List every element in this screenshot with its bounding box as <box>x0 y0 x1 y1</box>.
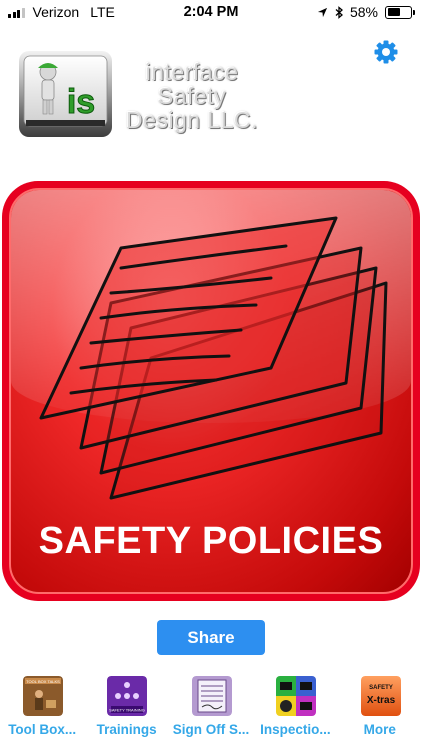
status-bar: Verizon LTE 2:04 PM 58% <box>0 0 422 26</box>
company-logo: is <box>18 50 113 140</box>
settings-button[interactable] <box>372 38 400 66</box>
tab-more[interactable]: SAFETY X-tras More <box>338 672 422 750</box>
safety-policies-tile[interactable]: SAFETY POLICIES <box>2 181 420 601</box>
tab-trainings[interactable]: SAFETY TRAINING Trainings <box>84 672 168 750</box>
battery-percent: 58% <box>349 4 378 20</box>
tab-label: More <box>363 722 396 737</box>
tab-label: Sign Off S... <box>172 722 250 737</box>
tab-tool-box[interactable]: TOOL BOX TALKS Tool Box... <box>0 672 84 750</box>
svg-text:SAFETY TRAINING: SAFETY TRAINING <box>110 708 146 713</box>
safety-xtras-icon: SAFETY X-tras <box>360 676 401 716</box>
inspections-icon <box>276 676 317 716</box>
svg-text:TOOL BOX TALKS: TOOL BOX TALKS <box>26 679 60 684</box>
company-name-line3: Design LLC. <box>125 107 259 133</box>
safety-policies-tile-face: SAFETY POLICIES <box>9 188 413 594</box>
company-name-line1: interface <box>145 59 239 85</box>
tile-label: SAFETY POLICIES <box>38 520 384 562</box>
tab-label: Trainings <box>96 722 157 737</box>
battery-level <box>387 8 401 16</box>
safety-training-icon: SAFETY TRAINING <box>107 676 148 716</box>
svg-text:SAFETY: SAFETY <box>369 685 393 691</box>
share-button[interactable]: Share <box>157 620 265 655</box>
company-name: interface Safety Design LLC. <box>122 60 262 132</box>
tab-sign-off[interactable]: Sign Off S... <box>169 672 253 750</box>
bluetooth-icon <box>335 5 343 19</box>
tab-inspections[interactable]: Inspectio... <box>253 672 337 750</box>
status-right: 58% <box>317 4 415 20</box>
svg-text:is: is <box>67 83 95 121</box>
sign-off-sheet-icon <box>191 676 232 716</box>
company-name-line2: Safety <box>157 83 227 109</box>
svg-text:X-tras: X-tras <box>366 695 395 706</box>
documents-stack-icon <box>39 216 388 500</box>
toolbox-talks-icon: TOOL BOX TALKS <box>23 676 63 716</box>
tab-label: Inspectio... <box>260 722 331 737</box>
gear-icon <box>374 40 398 64</box>
tab-label: Tool Box... <box>8 722 77 737</box>
location-arrow-icon <box>317 7 328 17</box>
battery-icon <box>385 5 415 19</box>
tab-bar: TOOL BOX TALKS Tool Box... SAFETY TRAINI… <box>0 672 422 750</box>
